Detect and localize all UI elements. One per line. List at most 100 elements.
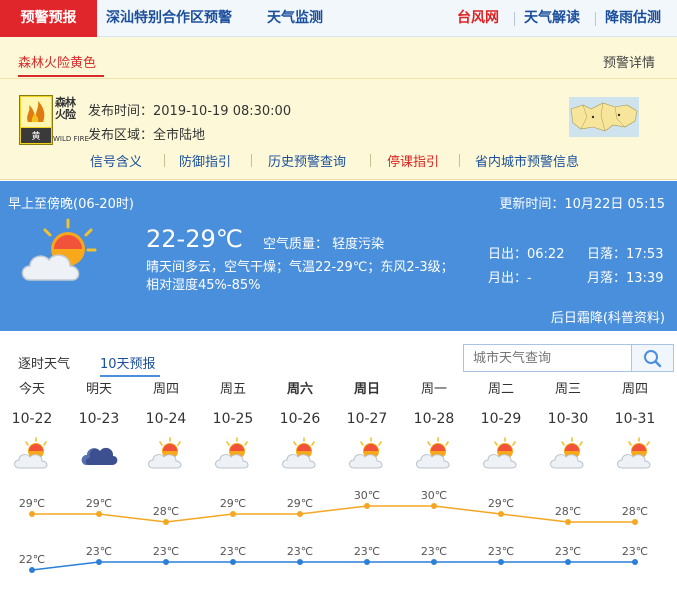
high-temp-point [565, 519, 571, 525]
low-temp-point [364, 559, 370, 565]
nav-tab-weather-monitor[interactable]: 天气监测 [267, 0, 323, 37]
forecast-day-date: 10-30 [547, 411, 589, 427]
partly-cloudy-icon [548, 437, 588, 471]
alert-tab-forest-fire[interactable]: 森林火险黄色 [18, 52, 96, 71]
forecast-day: 周一 10-28 [406, 380, 462, 471]
high-temp-point [297, 511, 303, 517]
weather-description-line-2: 相对湿度45%-85% [146, 278, 261, 293]
forecast-day-name: 明天 [85, 382, 112, 397]
link-signal-meaning[interactable]: 信号含义 [90, 151, 142, 170]
forecast-day: 周二 10-29 [473, 380, 529, 471]
alert-links: 信号含义 防御指引 历史预警查询 停课指引 省内城市预警信息 [0, 151, 677, 171]
forecast-day-name: 周二 [487, 382, 514, 397]
link-separator [251, 154, 252, 167]
city-search [463, 344, 674, 372]
forecast-day-date: 10-27 [346, 411, 388, 427]
link-history-query[interactable]: 历史预警查询 [268, 151, 346, 170]
issue-area-row: 发布区域：全市陆地 [88, 124, 205, 143]
warning-area-map[interactable] [569, 97, 639, 137]
forecast-day-name: 周一 [420, 382, 447, 397]
badge-en-label: WILD FIRE [53, 135, 89, 143]
sunset: 日落：17:53 [587, 247, 664, 262]
forecast-day-date: 10-24 [145, 411, 187, 427]
issue-area-value: 全市陆地 [153, 128, 206, 143]
link-defense-guide[interactable]: 防御指引 [179, 151, 231, 170]
forecast-day-name: 周四 [152, 382, 179, 397]
forest-fire-warning-icon: 黄 [19, 95, 53, 145]
nav-link-weather-interpretation[interactable]: 天气解读 [524, 0, 580, 37]
forecast-day-date: 10-28 [413, 411, 455, 427]
high-temp-label: 29℃ [287, 497, 313, 510]
low-temp-label: 23℃ [488, 545, 514, 558]
nav-tab-shenshan-warning[interactable]: 深汕特别合作区预警 [106, 0, 232, 37]
high-temp-label: 30℃ [421, 489, 447, 502]
nav-link-rainfall-estimate[interactable]: 降雨估测 [605, 0, 661, 37]
forecast-day: 今天 10-22 [4, 380, 60, 471]
search-button[interactable] [631, 345, 673, 371]
nav-link-typhoon[interactable]: 台风网 [457, 0, 499, 37]
high-temp-label: 28℃ [555, 505, 581, 518]
high-temp-point [163, 519, 169, 525]
partly-cloudy-icon [21, 218, 97, 281]
alert-detail-link[interactable]: 预警详情 [603, 52, 655, 71]
partly-cloudy-icon [347, 437, 387, 471]
low-temp-point [498, 559, 504, 565]
low-temp-point [230, 559, 236, 565]
forecast-day: 周四 10-31 [607, 380, 663, 471]
low-temp-point [96, 559, 102, 565]
air-quality-label: 空气质量： [263, 237, 329, 252]
partly-cloudy-icon [481, 437, 521, 471]
forecast-day: 周日 10-27 [339, 380, 395, 471]
moonset: 月落：13:39 [587, 271, 664, 286]
issue-time-row: 发布时间：2019-10-19 08:30:00 [88, 100, 291, 119]
link-class-suspension-guide[interactable]: 停课指引 [387, 151, 439, 170]
high-temp-point [498, 511, 504, 517]
forecast-day-name: 今天 [18, 382, 45, 397]
partly-cloudy-icon [414, 437, 454, 471]
link-province-warnings[interactable]: 省内城市预警信息 [475, 151, 579, 170]
low-temp-label: 23℃ [354, 545, 380, 558]
forecast-day-date: 10-29 [480, 411, 522, 427]
ten-day-forecast: 29℃ 29℃ 28℃ 29℃ 29℃ 30℃ 30℃ 29℃ 28℃ 28℃ 22℃ 23℃ 23℃ 2… [0, 380, 677, 594]
high-temp-label: 29℃ [19, 497, 45, 510]
temperature-trend-chart: 29℃ 29℃ 28℃ 29℃ 29℃ 30℃ 30℃ 29℃ 28℃ 28℃ 22℃ 23℃ 23℃ 2… [19, 489, 648, 573]
alert-divider [0, 78, 677, 79]
partly-cloudy-icon [12, 437, 52, 471]
low-temp-point [565, 559, 571, 565]
link-separator [459, 154, 460, 167]
low-temp-label: 23℃ [622, 545, 648, 558]
badge-level-text: 黄 [31, 130, 40, 142]
high-temp-line [32, 505, 635, 523]
tab-underline [100, 375, 160, 377]
search-icon [644, 350, 662, 368]
issue-area-label: 发布区域： [88, 128, 154, 143]
high-temp-label: 29℃ [86, 497, 112, 510]
high-temp-point [431, 503, 437, 509]
high-temp-point [29, 511, 35, 517]
nav-tab-warning-forecast[interactable]: 预警预报 [0, 0, 97, 37]
forecast-day: 周四 10-24 [138, 380, 194, 471]
low-temp-label: 23℃ [153, 545, 179, 558]
low-temp-line [31, 561, 635, 571]
forecast-day-date: 10-25 [212, 411, 254, 427]
forecast-day-date: 10-26 [279, 411, 321, 427]
partly-cloudy-icon [280, 437, 320, 471]
low-temp-label: 23℃ [421, 545, 447, 558]
low-temp-label: 23℃ [555, 545, 581, 558]
forecast-day-name: 周日 [353, 382, 380, 397]
forecast-day-name: 周六 [286, 382, 313, 397]
solar-term-link[interactable]: 后日霜降(科普资料) [551, 307, 665, 326]
tab-10-day[interactable]: 10天预报 [100, 353, 156, 372]
high-temp-point [632, 519, 638, 525]
city-search-input[interactable] [464, 345, 632, 371]
high-temp-label: 29℃ [220, 497, 246, 510]
forecast-day-date: 10-31 [614, 411, 656, 427]
cloudy-icon [79, 437, 119, 471]
high-temp-label: 29℃ [488, 497, 514, 510]
low-temp-label: 23℃ [220, 545, 246, 558]
low-temp-point [297, 559, 303, 565]
low-temp-point [29, 567, 35, 573]
high-temp-label: 30℃ [354, 489, 380, 502]
tab-hourly[interactable]: 逐时天气 [18, 353, 70, 372]
weather-description: 晴天间多云，空气干燥；气温22-29℃；东风2-3级； 相对湿度45%-85% [146, 259, 486, 295]
